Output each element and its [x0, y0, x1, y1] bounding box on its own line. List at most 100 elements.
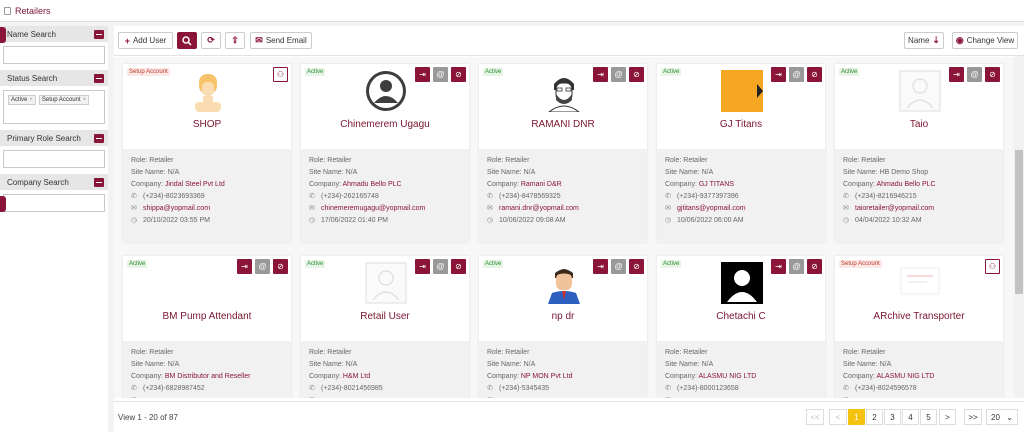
block-user-icon[interactable]: ⊘	[807, 67, 822, 82]
phone-icon: ✆	[843, 385, 849, 392]
email-icon: ✉	[843, 205, 849, 212]
retailer-card[interactable]: Active ⇥ @ ⊘ Chetachi C Role: Retailer S…	[657, 256, 825, 398]
login-as-icon[interactable]: ⇥	[771, 67, 786, 82]
refresh-button[interactable]: ⟳	[201, 32, 221, 49]
page-button[interactable]: 4	[902, 409, 919, 425]
user-name[interactable]: Taio	[835, 119, 1003, 130]
email-user-icon[interactable]: @	[433, 259, 448, 274]
email-user-icon[interactable]: @	[611, 259, 626, 274]
login-as-icon[interactable]: ⇥	[415, 67, 430, 82]
collapse-icon[interactable]	[94, 133, 104, 143]
sidebar-menu-handle[interactable]	[0, 27, 6, 43]
page-button[interactable]: 3	[884, 409, 901, 425]
search-button[interactable]	[177, 32, 197, 49]
login-as-icon[interactable]: ⇥	[949, 67, 964, 82]
page-button[interactable]: 2	[866, 409, 883, 425]
company-text: Company: BM Distributor and Reseller	[131, 373, 251, 380]
send-email-button[interactable]: ✉ Send Email	[250, 32, 312, 49]
block-user-icon[interactable]: ⊘	[451, 259, 466, 274]
remove-tag-icon[interactable]: ×	[83, 97, 87, 103]
block-user-icon[interactable]: ⊘	[629, 67, 644, 82]
user-name[interactable]: Chinemerem Ugagu	[301, 119, 469, 130]
login-as-icon[interactable]: ⇥	[593, 67, 608, 82]
login-as-icon[interactable]: ⇥	[237, 259, 252, 274]
sort-by-name-button[interactable]: Name ⇣	[904, 32, 944, 49]
retailer-card[interactable]: Setup Account ⚇ ARchive Transporter Role…	[835, 256, 1003, 398]
retailer-card[interactable]: Active ⇥ @ ⊘ GJ Titans Role: Retailer Si…	[657, 64, 825, 242]
login-as-icon[interactable]: ⇥	[771, 259, 786, 274]
user-name[interactable]: GJ Titans	[657, 119, 825, 130]
status-tag[interactable]: Setup Account ×	[38, 95, 90, 105]
block-user-icon[interactable]: ⊘	[629, 259, 644, 274]
retailer-card[interactable]: Active ⇥ @ ⊘ Retail User Role: Retailer …	[301, 256, 469, 398]
page-size-select[interactable]: 20 ⌄	[986, 409, 1018, 425]
grid-scrollbar[interactable]	[1014, 56, 1024, 398]
email-user-icon[interactable]: @	[789, 259, 804, 274]
name-search-input[interactable]	[3, 46, 105, 64]
email-text[interactable]: ✉ ramani.dnr@yopmail.com	[487, 203, 639, 215]
email-text[interactable]: ✉ taioretailer@yopmail.com	[843, 203, 995, 215]
collapse-icon[interactable]	[94, 73, 104, 83]
email-user-icon[interactable]: @	[967, 67, 982, 82]
company-search-header[interactable]: Company Search	[0, 174, 108, 190]
retailer-card[interactable]: Active ⇥ @ ⊘ Chinemerem Ugagu Role: Reta…	[301, 64, 469, 242]
clock-icon: ◷	[487, 217, 494, 224]
login-as-icon[interactable]: ⇥	[593, 259, 608, 274]
export-button[interactable]: ⇪	[225, 32, 245, 49]
sidebar-collapse-handle[interactable]	[0, 196, 6, 212]
first-page-button[interactable]: <<	[806, 409, 824, 425]
primary-role-search-input[interactable]	[3, 150, 105, 168]
email-text[interactable]: ✉ gjtitans@yopmail.com	[665, 203, 817, 215]
status-search-header[interactable]: Status Search	[0, 70, 108, 86]
primary-role-search-header[interactable]: Primary Role Search	[0, 130, 108, 146]
status-search-input[interactable]: Active × Setup Account ×	[3, 90, 105, 124]
status-tag[interactable]: Active ×	[8, 95, 36, 105]
email-user-icon[interactable]: @	[611, 67, 626, 82]
name-search-header[interactable]: Name Search	[0, 26, 108, 42]
user-name[interactable]: Chetachi C	[657, 311, 825, 322]
user-name[interactable]: RAMANI DNR	[479, 119, 647, 130]
page-button[interactable]: 1	[848, 409, 865, 425]
date-text: ◷ 10/06/2022 06:00 AM	[665, 215, 817, 227]
user-name[interactable]: SHOP	[123, 119, 291, 130]
change-view-button[interactable]: ◉ Change View	[952, 32, 1018, 49]
collapse-icon[interactable]	[94, 29, 104, 39]
email-text[interactable]: ✉	[131, 395, 283, 398]
retailer-card[interactable]: Active ⇥ @ ⊘ RAMANI DNR Role: Retailer S…	[479, 64, 647, 242]
prev-page-button[interactable]: <	[829, 409, 847, 425]
collapse-icon[interactable]	[94, 177, 104, 187]
scrollbar-thumb[interactable]	[1015, 150, 1023, 294]
block-user-icon[interactable]: ⊘	[807, 259, 822, 274]
block-user-icon[interactable]: ⊘	[273, 259, 288, 274]
user-name[interactable]: BM Pump Attendant	[123, 311, 291, 322]
block-user-icon[interactable]: ⊘	[985, 67, 1000, 82]
login-as-icon[interactable]: ⇥	[415, 259, 430, 274]
block-user-icon[interactable]: ⊘	[451, 67, 466, 82]
user-name[interactable]: Retail User	[301, 311, 469, 322]
add-user-button[interactable]: + Add User	[118, 32, 173, 49]
email-text[interactable]: ✉ shippa@yopmail.com	[131, 203, 283, 215]
email-user-icon[interactable]: @	[789, 67, 804, 82]
page-button[interactable]: 5	[920, 409, 937, 425]
setup-user-icon[interactable]: ⚇	[273, 67, 288, 82]
company-search-input[interactable]	[3, 194, 105, 212]
email-text[interactable]: ✉	[843, 395, 995, 398]
email-icon: ✉	[131, 205, 137, 212]
remove-tag-icon[interactable]: ×	[29, 97, 33, 103]
email-text[interactable]: ✉	[309, 395, 461, 398]
user-name[interactable]: np dr	[479, 311, 647, 322]
user-name[interactable]: ARchive Transporter	[835, 311, 1003, 322]
email-user-icon[interactable]: @	[255, 259, 270, 274]
retailer-card[interactable]: Setup Account ⚇ SHOP Role: Retailer Site…	[123, 64, 291, 242]
setup-user-icon[interactable]: ⚇	[985, 259, 1000, 274]
email-text[interactable]: ✉	[487, 395, 639, 398]
retailer-card[interactable]: Active ⇥ @ ⊘ BM Pump Attendant Role: Ret…	[123, 256, 291, 398]
last-page-button[interactable]: >>	[964, 409, 982, 425]
phone-icon: ✆	[665, 385, 671, 392]
email-text[interactable]: ✉ chinemeremugagu@yopmail.com	[309, 203, 461, 215]
retailer-card[interactable]: Active ⇥ @ ⊘ np dr Role: Retailer Site N…	[479, 256, 647, 398]
retailer-card[interactable]: Active ⇥ @ ⊘ Taio Role: Retailer Site Na…	[835, 64, 1003, 242]
next-page-button[interactable]: >	[939, 409, 956, 425]
email-text[interactable]: ✉	[665, 395, 817, 398]
email-user-icon[interactable]: @	[433, 67, 448, 82]
